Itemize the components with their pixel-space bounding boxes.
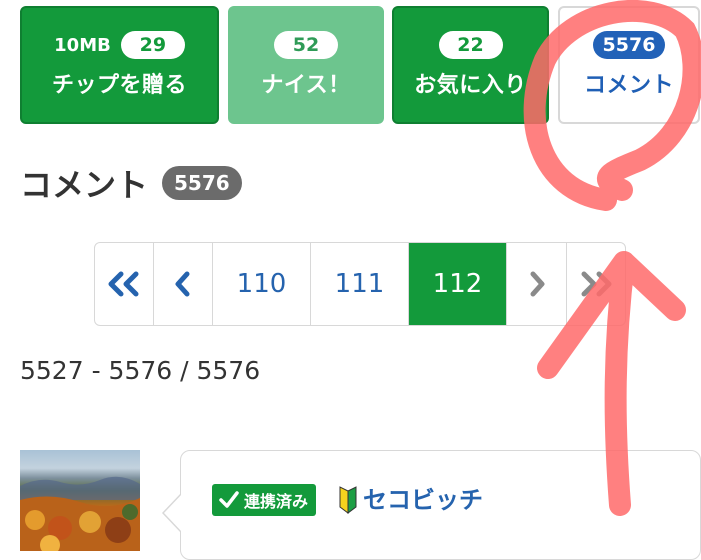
favorite-label: お気に入り	[414, 73, 527, 98]
beginner-mark-icon	[339, 486, 357, 514]
autumn-landscape-image	[20, 476, 140, 555]
chevron-left-icon	[175, 271, 190, 297]
pagination: 110 111 112	[94, 242, 626, 326]
page-111-button[interactable]: 111	[311, 243, 409, 325]
nice-count-badge: 52	[274, 31, 338, 59]
tip-button[interactable]: 10MB 29 チップを贈る	[20, 6, 219, 124]
prev-page-button[interactable]	[154, 243, 213, 325]
double-chevron-right-icon	[581, 271, 612, 297]
page-110-button[interactable]: 110	[213, 243, 311, 325]
comments-range: 5527 - 5576 / 5576	[20, 356, 261, 385]
tip-size: 10MB	[54, 34, 111, 56]
check-heart-icon	[219, 491, 239, 508]
comments-title: コメント	[20, 166, 149, 204]
favorite-count-badge: 22	[438, 31, 503, 59]
first-page-button[interactable]	[95, 243, 154, 325]
tip-label: チップを贈る	[51, 73, 187, 98]
tip-count-badge: 29	[120, 31, 185, 59]
comment-tab-label: コメント	[583, 73, 674, 98]
double-chevron-left-icon	[108, 271, 139, 297]
comments-count-badge: 5576	[162, 166, 242, 200]
comments-heading: コメント 5576	[20, 160, 242, 206]
nice-label: ナイス！	[261, 73, 351, 98]
nice-button[interactable]: 52 ナイス！	[228, 6, 384, 124]
chevron-right-icon	[530, 271, 544, 297]
comment-username[interactable]: セコビッチ	[363, 480, 483, 515]
next-page-button[interactable]	[507, 243, 567, 325]
tip-row: 10MB 29	[54, 31, 185, 59]
favorite-button[interactable]: 22 お気に入り	[392, 6, 549, 124]
comment-count-badge: 5576	[592, 31, 666, 59]
linked-badge: 連携済み	[212, 484, 317, 516]
linked-label: 連携済み	[244, 492, 309, 511]
page-112-current[interactable]: 112	[409, 243, 507, 325]
bubble-tail-fill	[164, 494, 182, 532]
avatar[interactable]	[20, 450, 140, 555]
comment-tab-button[interactable]: 5576 コメント	[558, 6, 700, 124]
last-page-button[interactable]	[567, 243, 625, 325]
